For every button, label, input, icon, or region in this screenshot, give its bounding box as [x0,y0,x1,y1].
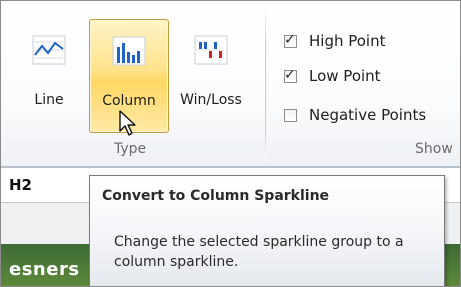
group-separator [265,5,266,161]
winloss-sparkline-icon [192,33,230,71]
negative-points-checkbox[interactable] [284,108,297,122]
low-point-checkbox[interactable]: ✓ [284,66,297,83]
window-frame: Line Column Win/Loss Type ✓ High Point ✓… [0,0,461,287]
winloss-type-button[interactable]: Win/Loss [171,19,251,133]
worksheet-text: esners [9,259,80,280]
line-sparkline-icon [30,33,68,71]
high-point-label: High Point [309,32,386,50]
name-box[interactable]: H2 [9,176,32,194]
negative-points-option[interactable]: Negative Points [284,103,426,127]
column-type-label: Column [102,93,156,109]
screen-tip-title: Convert to Column Sparkline [102,188,330,204]
low-point-label: Low Point [309,67,381,85]
line-type-button[interactable]: Line [11,19,87,133]
mouse-pointer-icon [119,110,136,136]
low-point-option[interactable]: ✓ Low Point [284,64,381,88]
show-group-label: Show [415,141,453,157]
screen-tip: Convert to Column Sparkline Change the s… [89,175,445,286]
high-point-option[interactable]: ✓ High Point [284,29,386,53]
line-type-label: Line [34,92,64,108]
winloss-type-label: Win/Loss [180,92,242,108]
screen-tip-body: Change the selected sparkline group to a… [114,234,404,270]
checkmark-icon: ✓ [284,66,296,83]
sparkline-design-ribbon: Line Column Win/Loss Type ✓ High Point ✓… [1,1,460,166]
column-sparkline-icon [110,34,148,72]
high-point-checkbox[interactable]: ✓ [284,31,297,48]
checkmark-icon: ✓ [284,31,296,48]
negative-points-label: Negative Points [309,106,427,124]
type-group-label: Type [114,141,147,157]
